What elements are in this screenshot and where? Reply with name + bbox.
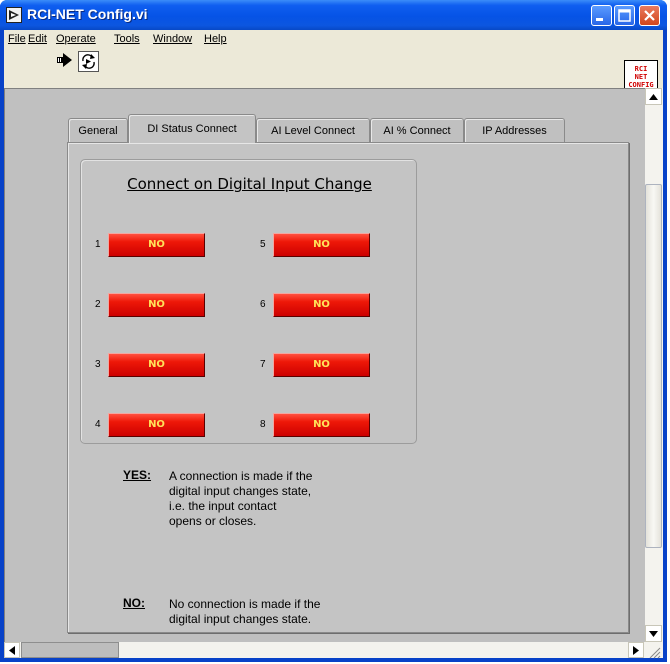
run-continuously-button[interactable] — [78, 51, 99, 72]
di-4-toggle[interactable]: NO — [108, 413, 205, 437]
di-1-toggle[interactable]: NO — [108, 233, 205, 257]
input-number-6: 6 — [260, 299, 266, 310]
menu-help[interactable]: Help — [204, 33, 227, 45]
tab-panel-di-status: Connect on Digital Input Change 1 NO 2 N… — [67, 142, 629, 633]
front-panel: General DI Status Connect AI Level Conne… — [4, 88, 645, 642]
menu-operate[interactable]: Operate — [56, 33, 96, 45]
menu-edit[interactable]: Edit — [28, 33, 47, 45]
minimize-icon — [596, 18, 603, 21]
input-number-3: 3 — [95, 359, 101, 370]
toolbar: RCI NET CONFIG — [4, 48, 663, 94]
no-description: No connection is made if the digital inp… — [169, 597, 321, 626]
yes-description: A connection is made if the digital inpu… — [169, 469, 313, 528]
vi-icon-line-1: RCI — [634, 65, 648, 73]
window-frame-bottom — [0, 658, 667, 662]
close-icon — [644, 10, 655, 21]
arrow-down-icon — [649, 630, 658, 637]
horizontal-scroll-thumb[interactable] — [21, 642, 119, 658]
maximize-button[interactable] — [614, 5, 635, 26]
input-number-7: 7 — [260, 359, 266, 370]
tab-ip-addresses[interactable]: IP Addresses — [464, 118, 565, 142]
tab-di-status-connect[interactable]: DI Status Connect — [128, 114, 256, 143]
arrow-right-icon — [633, 645, 639, 655]
group-title: Connect on Digital Input Change — [127, 175, 372, 193]
tab-general[interactable]: General — [68, 118, 128, 142]
window-frame-right — [663, 30, 667, 662]
app-window: RCI-NET Config.vi File Edit Operate Tool… — [0, 0, 667, 662]
vertical-scrollbar[interactable] — [645, 88, 663, 642]
scroll-up-button[interactable] — [645, 88, 662, 105]
input-number-5: 5 — [260, 239, 266, 250]
labview-vi-icon — [6, 7, 22, 23]
minimize-button[interactable] — [591, 5, 612, 26]
di-3-toggle[interactable]: NO — [108, 353, 205, 377]
scroll-down-button[interactable] — [645, 625, 662, 642]
run-continuously-icon — [82, 54, 95, 69]
input-number-1: 1 — [95, 239, 101, 250]
input-number-8: 8 — [260, 419, 266, 430]
di-7-toggle[interactable]: NO — [273, 353, 370, 377]
tab-ai-level-connect[interactable]: AI Level Connect — [256, 118, 370, 142]
arrow-up-icon — [649, 93, 658, 100]
tab-ai-percent-connect[interactable]: AI % Connect — [370, 118, 464, 142]
menu-bar: File Edit Operate Tools Window Help — [4, 30, 663, 48]
input-number-4: 4 — [95, 419, 101, 430]
di-5-toggle[interactable]: NO — [273, 233, 370, 257]
di-8-toggle[interactable]: NO — [273, 413, 370, 437]
maximize-icon — [618, 9, 631, 22]
menu-window[interactable]: Window — [153, 33, 192, 45]
menu-tools[interactable]: Tools — [114, 33, 140, 45]
run-button[interactable] — [56, 51, 73, 69]
vi-icon-line-2: NET — [634, 73, 648, 81]
horizontal-scrollbar[interactable] — [4, 642, 663, 659]
yes-label: YES: — [123, 468, 152, 482]
arrow-left-icon — [9, 645, 15, 655]
window-title: RCI-NET Config.vi — [27, 6, 148, 22]
window-client-area: File Edit Operate Tools Window Help RCI … — [4, 30, 663, 659]
title-bar[interactable]: RCI-NET Config.vi — [0, 0, 667, 30]
input-number-2: 2 — [95, 299, 101, 310]
size-grip-icon[interactable] — [647, 644, 661, 659]
menu-file[interactable]: File — [8, 33, 26, 45]
scroll-right-button[interactable] — [628, 642, 644, 658]
di-2-toggle[interactable]: NO — [108, 293, 205, 317]
digital-input-group: Connect on Digital Input Change 1 NO 2 N… — [80, 159, 417, 444]
di-6-toggle[interactable]: NO — [273, 293, 370, 317]
run-arrow-icon — [57, 53, 72, 67]
vertical-scroll-thumb[interactable] — [645, 184, 662, 548]
close-button[interactable] — [639, 5, 660, 26]
scroll-left-button[interactable] — [4, 642, 20, 658]
no-label: NO: — [123, 596, 145, 610]
